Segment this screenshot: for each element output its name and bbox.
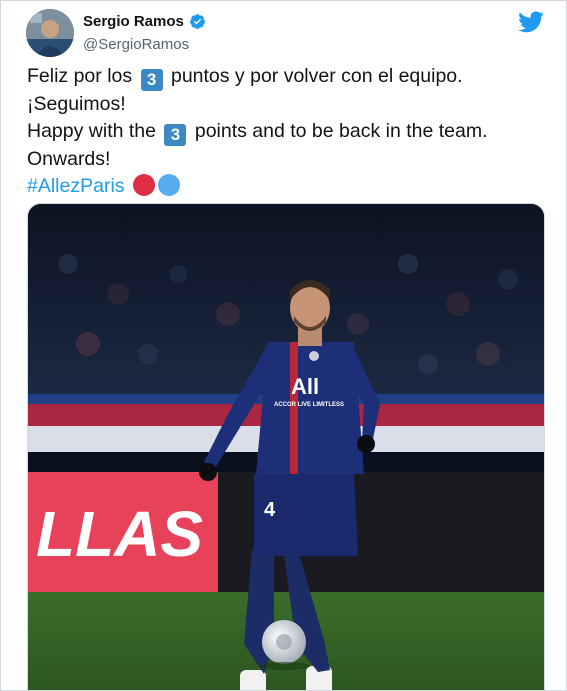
text-es-1-start: Feliz por los	[27, 65, 133, 87]
tweet-text: Feliz por los 3 puntos y por volver con …	[27, 63, 547, 200]
shirt-sponsor: ACCOR LIVE LIMITLESS	[274, 402, 344, 408]
shirt-logo: All	[291, 374, 319, 399]
text-en-1-end: points and to be back in the team.	[194, 120, 488, 142]
author-avatar[interactable]	[26, 9, 74, 57]
text-es-2: ¡Seguimos!	[27, 93, 126, 115]
text-en-1-start: Happy with the	[27, 120, 156, 142]
shirt-number: 4	[264, 499, 276, 521]
keycap-3-emoji: 3	[140, 69, 163, 91]
keycap-3-emoji: 3	[164, 124, 187, 146]
red-circle-emoji	[132, 174, 155, 196]
blue-circle-emoji	[157, 174, 180, 196]
tweet-photo[interactable]: LLAS 4 All ACCOR LIVE LIMITLESS	[27, 203, 545, 690]
author-handle[interactable]: @SergioRamos	[83, 36, 189, 53]
hashtag-link[interactable]: #AllezParis	[27, 175, 125, 197]
twitter-bird-icon[interactable]	[518, 11, 544, 33]
text-en-2: Onwards!	[27, 148, 111, 170]
tweet-card[interactable]: Sergio Ramos @SergioRamos Feliz por los …	[0, 0, 567, 691]
text-es-1-end: puntos y por volver con el equipo.	[170, 65, 463, 87]
verified-badge-icon	[189, 14, 205, 29]
author-name[interactable]: Sergio Ramos	[83, 13, 184, 30]
banner-text: LLAS	[36, 498, 203, 570]
